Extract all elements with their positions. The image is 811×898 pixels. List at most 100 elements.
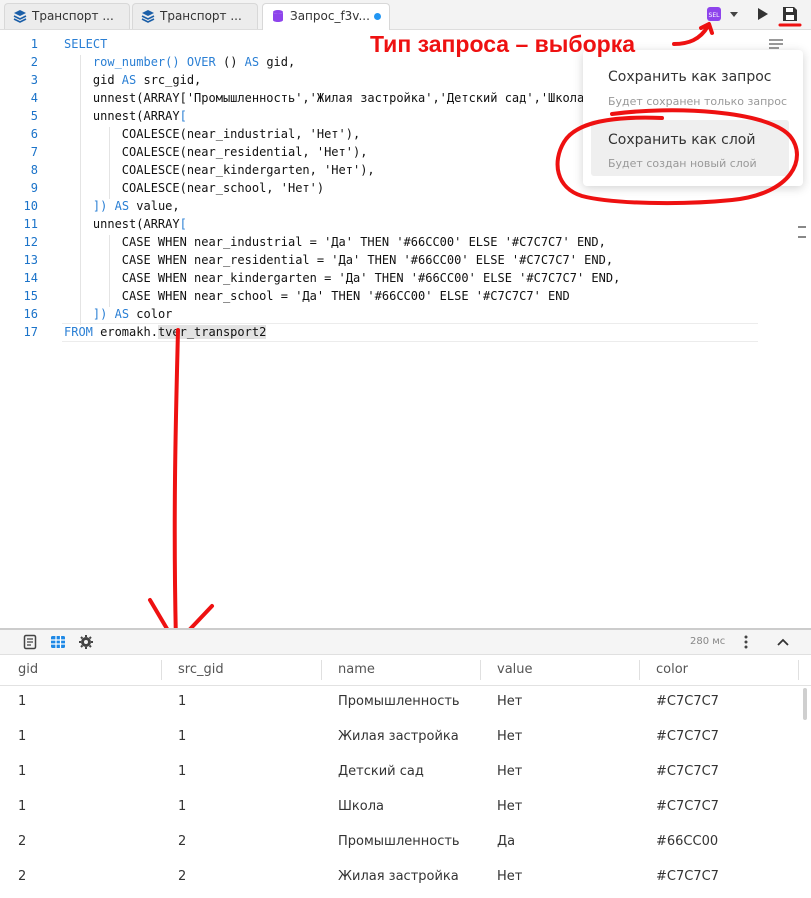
table-view-icon[interactable] [50, 634, 66, 650]
code-line[interactable]: CASE WHEN near_residential = 'Да' THEN '… [64, 253, 613, 267]
gear-icon[interactable] [78, 634, 94, 650]
code-line[interactable]: COALESCE(near_industrial, 'Нет'), [64, 127, 360, 141]
line-number: 13 [23, 253, 38, 267]
cell-src-gid: 1 [178, 729, 187, 744]
layers-icon [141, 10, 155, 23]
line-number: 4 [30, 91, 38, 105]
tab-transport-1[interactable]: Транспорт ... [4, 3, 130, 29]
line-number: 15 [23, 289, 38, 303]
results-header: gid src_gid name value color [0, 655, 811, 686]
cell-color: #C7C7C7 [656, 694, 719, 709]
cell-name: Детский сад [338, 764, 424, 779]
menu-item-title: Сохранить как запрос [608, 69, 772, 85]
cell-src-gid: 1 [178, 799, 187, 814]
table-row[interactable]: 1 1 Детский сад Нет #C7C7C7 [0, 756, 800, 791]
line-number: 16 [23, 307, 38, 321]
line-number: 1 [30, 37, 38, 51]
code-line[interactable]: CASE WHEN near_kindergarten = 'Да' THEN … [64, 271, 621, 285]
column-header-gid[interactable]: gid [18, 662, 38, 677]
table-row[interactable]: 1 1 Школа Нет #C7C7C7 [0, 791, 800, 826]
minimap-mark [769, 47, 779, 49]
cell-gid: 1 [18, 694, 27, 709]
results-scrollbar[interactable] [803, 688, 807, 720]
line-number: 17 [23, 325, 38, 339]
tab-label: Транспорт ... [160, 9, 242, 23]
code-line[interactable]: unnest(ARRAY[ [64, 217, 187, 231]
table-row[interactable]: 1 1 Жилая застройка Нет #C7C7C7 [0, 721, 800, 756]
cell-name: Жилая застройка [338, 729, 459, 744]
cell-name: Школа [338, 799, 384, 814]
cell-color: #C7C7C7 [656, 764, 719, 779]
underline-mark [778, 23, 802, 27]
column-resize-handle[interactable] [480, 660, 481, 680]
minimap-mark [769, 39, 783, 41]
code-line[interactable]: gid AS src_gid, [64, 73, 201, 87]
cell-color: #C7C7C7 [656, 729, 719, 744]
cell-src-gid: 2 [178, 869, 187, 884]
annotation-circle-mark [555, 108, 799, 206]
save-icon[interactable] [782, 5, 798, 23]
cell-value: Нет [497, 764, 523, 779]
database-icon [273, 10, 283, 22]
cell-src-gid: 2 [178, 834, 187, 849]
code-line[interactable]: row_number() OVER () AS gid, [64, 55, 295, 69]
column-header-color[interactable]: color [656, 662, 688, 677]
code-line[interactable]: ]) AS color [64, 307, 173, 321]
column-resize-handle[interactable] [161, 660, 162, 680]
column-header-value[interactable]: value [497, 662, 533, 677]
cell-color: #C7C7C7 [656, 799, 719, 814]
cell-src-gid: 1 [178, 764, 187, 779]
table-row[interactable]: 1 1 Промышленность Нет #C7C7C7 [0, 686, 800, 721]
cell-gid: 1 [18, 764, 27, 779]
code-line[interactable]: SELECT [64, 37, 107, 51]
cell-value: Нет [497, 799, 523, 814]
scroll-mark [798, 236, 806, 238]
line-number: 3 [30, 73, 38, 87]
column-resize-handle[interactable] [321, 660, 322, 680]
results-toolbar: 280 мс [0, 630, 811, 655]
caret-down-icon[interactable] [728, 5, 740, 23]
line-number: 5 [30, 109, 38, 123]
code-line[interactable]: COALESCE(near_kindergarten, 'Нет'), [64, 163, 375, 177]
play-icon[interactable] [756, 5, 770, 23]
cell-gid: 1 [18, 799, 27, 814]
tab-label: Транспорт ... [32, 9, 114, 23]
tab-transport-2[interactable]: Транспорт ... [132, 3, 258, 29]
line-number: 10 [23, 199, 38, 213]
code-line[interactable]: ]) AS value, [64, 199, 180, 213]
line-number: 2 [30, 55, 38, 69]
column-resize-handle[interactable] [639, 660, 640, 680]
cell-name: Промышленность [338, 694, 460, 709]
unsaved-dot-icon [374, 13, 381, 20]
cell-name: Промышленность [338, 834, 460, 849]
line-number: 6 [30, 127, 38, 141]
table-row[interactable]: 2 2 Промышленность Да #66CC00 [0, 826, 800, 861]
line-number: 11 [23, 217, 38, 231]
code-line[interactable]: CASE WHEN near_industrial = 'Да' THEN '#… [64, 235, 606, 249]
cell-gid: 2 [18, 869, 27, 884]
text-view-icon[interactable] [23, 634, 37, 650]
code-line[interactable]: unnest(ARRAY[ [64, 109, 187, 123]
query-timing: 280 мс [690, 636, 726, 647]
cell-color: #C7C7C7 [656, 869, 719, 884]
cell-value: Нет [497, 729, 523, 744]
line-number: 8 [30, 163, 38, 177]
cell-gid: 1 [18, 729, 27, 744]
more-vert-icon[interactable] [742, 634, 750, 650]
code-line[interactable]: COALESCE(near_school, 'Нет') [64, 181, 324, 195]
scroll-mark [798, 226, 806, 228]
column-resize-handle[interactable] [798, 660, 799, 680]
annotation-label: Тип запроса – выборка [370, 31, 636, 57]
chevron-up-icon[interactable] [776, 634, 790, 650]
line-number: 12 [23, 235, 38, 249]
table-row[interactable]: 2 2 Жилая застройка Нет #C7C7C7 [0, 861, 800, 896]
annotation-down-arrow-icon [148, 328, 214, 646]
cell-gid: 2 [18, 834, 27, 849]
column-header-name[interactable]: name [338, 662, 375, 677]
tab-query[interactable]: Запрос_f3v... [262, 3, 390, 30]
code-line[interactable]: COALESCE(near_residential, 'Нет'), [64, 145, 368, 159]
column-header-src-gid[interactable]: src_gid [178, 662, 224, 677]
code-line[interactable]: CASE WHEN near_school = 'Да' THEN '#66CC… [64, 289, 570, 303]
code-line[interactable]: unnest(ARRAY['Промышленность','Жилая зас… [64, 91, 584, 105]
annotation-arrow-icon [672, 22, 714, 46]
